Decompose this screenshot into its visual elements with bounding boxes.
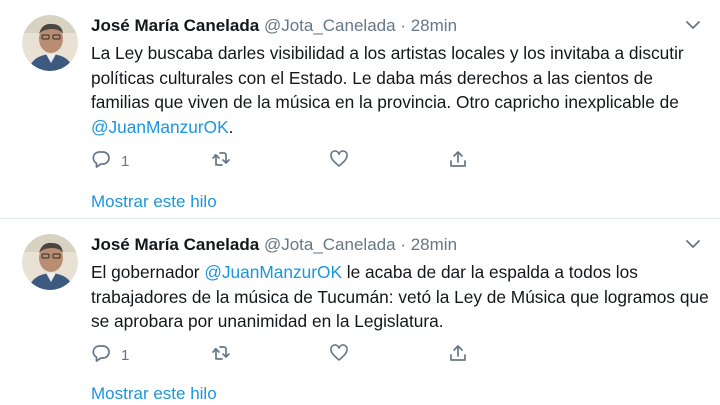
- reply-icon: [91, 149, 111, 174]
- like-icon: [329, 149, 349, 174]
- tweet-text: La Ley buscaba darles visibilidad a los …: [91, 41, 711, 139]
- tweet[interactable]: José María Canelada @Jota_Canelada · 28m…: [0, 219, 720, 405]
- timestamp[interactable]: 28min: [411, 235, 457, 254]
- reply-button[interactable]: 1: [91, 149, 129, 174]
- tweet-header: José María Canelada @Jota_Canelada · 28m…: [91, 16, 457, 36]
- tweet-header: José María Canelada @Jota_Canelada · 28m…: [91, 235, 457, 255]
- tweet-text-body: La Ley buscaba darles visibilidad a los …: [91, 43, 684, 112]
- like-icon: [329, 343, 349, 368]
- reply-button[interactable]: 1: [91, 343, 129, 368]
- mention-link[interactable]: @JuanManzurOK: [91, 117, 229, 137]
- author-handle[interactable]: @Jota_Canelada: [264, 235, 396, 254]
- like-button[interactable]: [329, 343, 349, 368]
- retweet-icon: [211, 343, 231, 368]
- share-button[interactable]: [448, 343, 468, 368]
- share-button[interactable]: [448, 149, 468, 174]
- chevron-down-icon[interactable]: [684, 235, 702, 253]
- author-name[interactable]: José María Canelada: [91, 235, 259, 254]
- tweet-text: El gobernador @JuanManzurOK le acaba de …: [91, 260, 711, 334]
- separator: ·: [400, 235, 406, 254]
- show-thread-link[interactable]: Mostrar este hilo: [91, 384, 217, 404]
- tweet[interactable]: José María Canelada @Jota_Canelada · 28m…: [0, 0, 720, 218]
- tweet-text-end: .: [228, 116, 234, 137]
- share-icon: [448, 343, 468, 368]
- like-button[interactable]: [329, 149, 349, 174]
- show-thread-link[interactable]: Mostrar este hilo: [91, 192, 217, 212]
- reply-icon: [91, 343, 111, 368]
- reply-count: 1: [121, 347, 130, 364]
- author-name[interactable]: José María Canelada: [91, 16, 259, 35]
- reply-count: 1: [121, 153, 130, 170]
- share-icon: [448, 149, 468, 174]
- retweet-icon: [211, 149, 231, 174]
- retweet-button[interactable]: [211, 343, 231, 368]
- mention-link[interactable]: @JuanManzurOK: [204, 262, 342, 282]
- tweet-text-start: El gobernador: [91, 262, 205, 282]
- tweet-actions: 1: [91, 149, 491, 171]
- avatar[interactable]: [22, 15, 78, 71]
- tweet-actions: 1: [91, 343, 491, 365]
- avatar[interactable]: [22, 234, 78, 290]
- timestamp[interactable]: 28min: [411, 16, 457, 35]
- author-handle[interactable]: @Jota_Canelada: [264, 16, 396, 35]
- retweet-button[interactable]: [211, 149, 231, 174]
- chevron-down-icon[interactable]: [684, 16, 702, 34]
- separator: ·: [400, 16, 406, 35]
